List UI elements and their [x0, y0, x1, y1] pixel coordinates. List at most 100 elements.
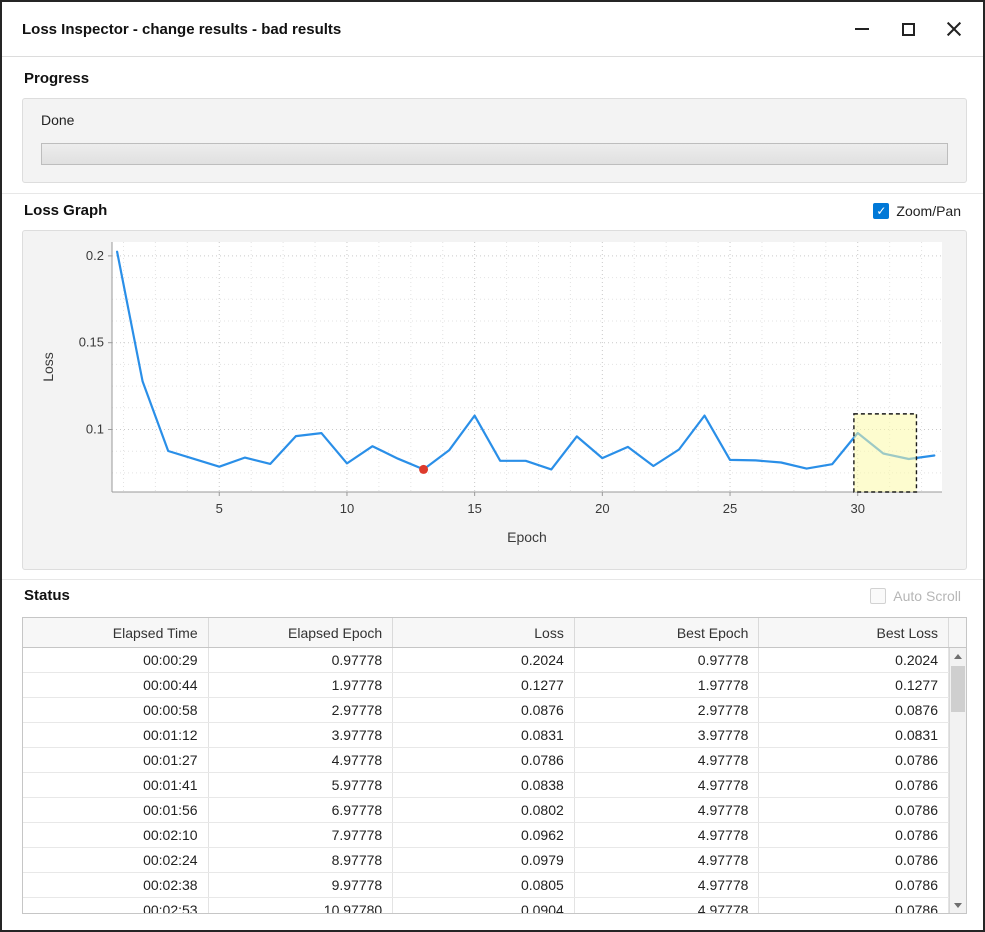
- loss-chart[interactable]: 0.10.150.251015202530EpochLoss: [23, 231, 966, 569]
- table-cell: 3.97778: [575, 723, 760, 747]
- scrollbar-up-button[interactable]: [950, 648, 966, 664]
- table-cell: 00:02:24: [23, 848, 209, 872]
- table-cell: 0.0786: [393, 748, 575, 772]
- table-cell: 0.0786: [759, 748, 949, 772]
- table-cell: 0.0802: [393, 798, 575, 822]
- status-table-header: Elapsed TimeElapsed EpochLossBest EpochB…: [23, 618, 966, 648]
- table-cell: 00:02:53: [23, 898, 209, 913]
- table-cell: 0.0838: [393, 773, 575, 797]
- x-axis-title: Epoch: [507, 529, 547, 545]
- table-cell: 0.0876: [759, 698, 949, 722]
- progress-groupbox: Done: [22, 98, 967, 183]
- x-tick-label: 20: [595, 501, 609, 516]
- status-table-body: 00:00:290.977780.20240.977780.202400:00:…: [23, 648, 949, 913]
- column-header[interactable]: Best Loss: [759, 618, 949, 647]
- table-cell: 0.97778: [209, 648, 394, 672]
- scroll-up-icon: [954, 654, 962, 659]
- status-heading: Status: [24, 587, 70, 604]
- table-cell: 00:01:12: [23, 723, 209, 747]
- zoom-selection-rect[interactable]: [854, 414, 917, 492]
- table-row[interactable]: 00:02:107.977780.09624.977780.0786: [23, 823, 949, 848]
- table-cell: 00:02:10: [23, 823, 209, 847]
- table-row[interactable]: 00:02:248.977780.09794.977780.0786: [23, 848, 949, 873]
- minimize-icon: [855, 28, 869, 30]
- table-row[interactable]: 00:02:5310.977800.09044.977780.0786: [23, 898, 949, 913]
- table-cell: 8.97778: [209, 848, 394, 872]
- table-cell: 0.1277: [393, 673, 575, 697]
- table-cell: 4.97778: [209, 748, 394, 772]
- table-row[interactable]: 00:01:415.977780.08384.977780.0786: [23, 773, 949, 798]
- table-cell: 0.0786: [759, 873, 949, 897]
- table-row[interactable]: 00:01:274.977780.07864.977780.0786: [23, 748, 949, 773]
- table-cell: 00:02:38: [23, 873, 209, 897]
- table-cell: 2.97778: [575, 698, 760, 722]
- column-header[interactable]: Elapsed Epoch: [209, 618, 394, 647]
- column-header[interactable]: Loss: [393, 618, 575, 647]
- maximize-button[interactable]: [891, 13, 925, 45]
- table-cell: 0.0831: [393, 723, 575, 747]
- table-cell: 4.97778: [575, 798, 760, 822]
- maximize-icon: [902, 23, 915, 36]
- scrollbar-thumb[interactable]: [951, 666, 965, 712]
- table-cell: 00:00:44: [23, 673, 209, 697]
- table-cell: 0.0904: [393, 898, 575, 913]
- table-cell: 0.2024: [759, 648, 949, 672]
- x-tick-label: 5: [216, 501, 223, 516]
- table-cell: 2.97778: [209, 698, 394, 722]
- y-axis-title: Loss: [40, 352, 56, 382]
- table-cell: 9.97778: [209, 873, 394, 897]
- table-cell: 0.0876: [393, 698, 575, 722]
- table-row[interactable]: 00:00:290.977780.20240.977780.2024: [23, 648, 949, 673]
- table-cell: 10.97780: [209, 898, 394, 913]
- table-row[interactable]: 00:00:441.977780.12771.977780.1277: [23, 673, 949, 698]
- table-cell: 3.97778: [209, 723, 394, 747]
- column-header[interactable]: Elapsed Time: [23, 618, 209, 647]
- progress-heading: Progress: [24, 70, 89, 87]
- loss-graph-groupbox: 0.10.150.251015202530EpochLoss: [22, 230, 967, 570]
- auto-scroll-label: Auto Scroll: [893, 588, 961, 604]
- table-cell: 7.97778: [209, 823, 394, 847]
- table-cell: 1.97778: [575, 673, 760, 697]
- auto-scroll-checkbox-row: Auto Scroll: [870, 588, 961, 604]
- progress-label: Done: [41, 112, 74, 128]
- progress-bar: [41, 143, 948, 165]
- y-tick-label: 0.15: [79, 335, 104, 350]
- vertical-scrollbar[interactable]: [949, 648, 966, 913]
- table-row[interactable]: 00:02:389.977780.08054.977780.0786: [23, 873, 949, 898]
- close-button[interactable]: [937, 13, 971, 45]
- x-tick-label: 10: [340, 501, 354, 516]
- table-cell: 1.97778: [209, 673, 394, 697]
- highlight-point-marker[interactable]: [419, 465, 428, 474]
- table-cell: 0.0805: [393, 873, 575, 897]
- table-cell: 0.0979: [393, 848, 575, 872]
- section-divider: [2, 579, 983, 580]
- table-cell: 0.0786: [759, 898, 949, 913]
- table-cell: 0.0786: [759, 823, 949, 847]
- x-tick-label: 30: [850, 501, 864, 516]
- check-icon: ✓: [876, 205, 886, 217]
- minimize-button[interactable]: [845, 13, 879, 45]
- zoom-pan-checkbox[interactable]: ✓: [873, 203, 889, 219]
- table-row[interactable]: 00:01:123.977780.08313.977780.0831: [23, 723, 949, 748]
- table-cell: 4.97778: [575, 823, 760, 847]
- window-title: Loss Inspector - change results - bad re…: [22, 21, 341, 38]
- table-row[interactable]: 00:01:566.977780.08024.977780.0786: [23, 798, 949, 823]
- header-filler: [949, 618, 966, 647]
- plot-area[interactable]: [112, 242, 942, 492]
- x-tick-label: 25: [723, 501, 737, 516]
- y-tick-label: 0.1: [86, 422, 104, 437]
- table-cell: 00:00:58: [23, 698, 209, 722]
- table-cell: 0.97778: [575, 648, 760, 672]
- loss-graph-heading: Loss Graph: [24, 202, 107, 219]
- scrollbar-down-button[interactable]: [950, 897, 966, 913]
- section-divider: [2, 193, 983, 194]
- table-cell: 0.0786: [759, 798, 949, 822]
- zoom-pan-checkbox-row: ✓ Zoom/Pan: [873, 203, 961, 219]
- table-cell: 0.0786: [759, 773, 949, 797]
- zoom-pan-label: Zoom/Pan: [896, 203, 961, 219]
- column-header[interactable]: Best Epoch: [575, 618, 760, 647]
- scroll-down-icon: [954, 903, 962, 908]
- table-cell: 0.2024: [393, 648, 575, 672]
- table-row[interactable]: 00:00:582.977780.08762.977780.0876: [23, 698, 949, 723]
- title-bar: Loss Inspector - change results - bad re…: [2, 2, 983, 57]
